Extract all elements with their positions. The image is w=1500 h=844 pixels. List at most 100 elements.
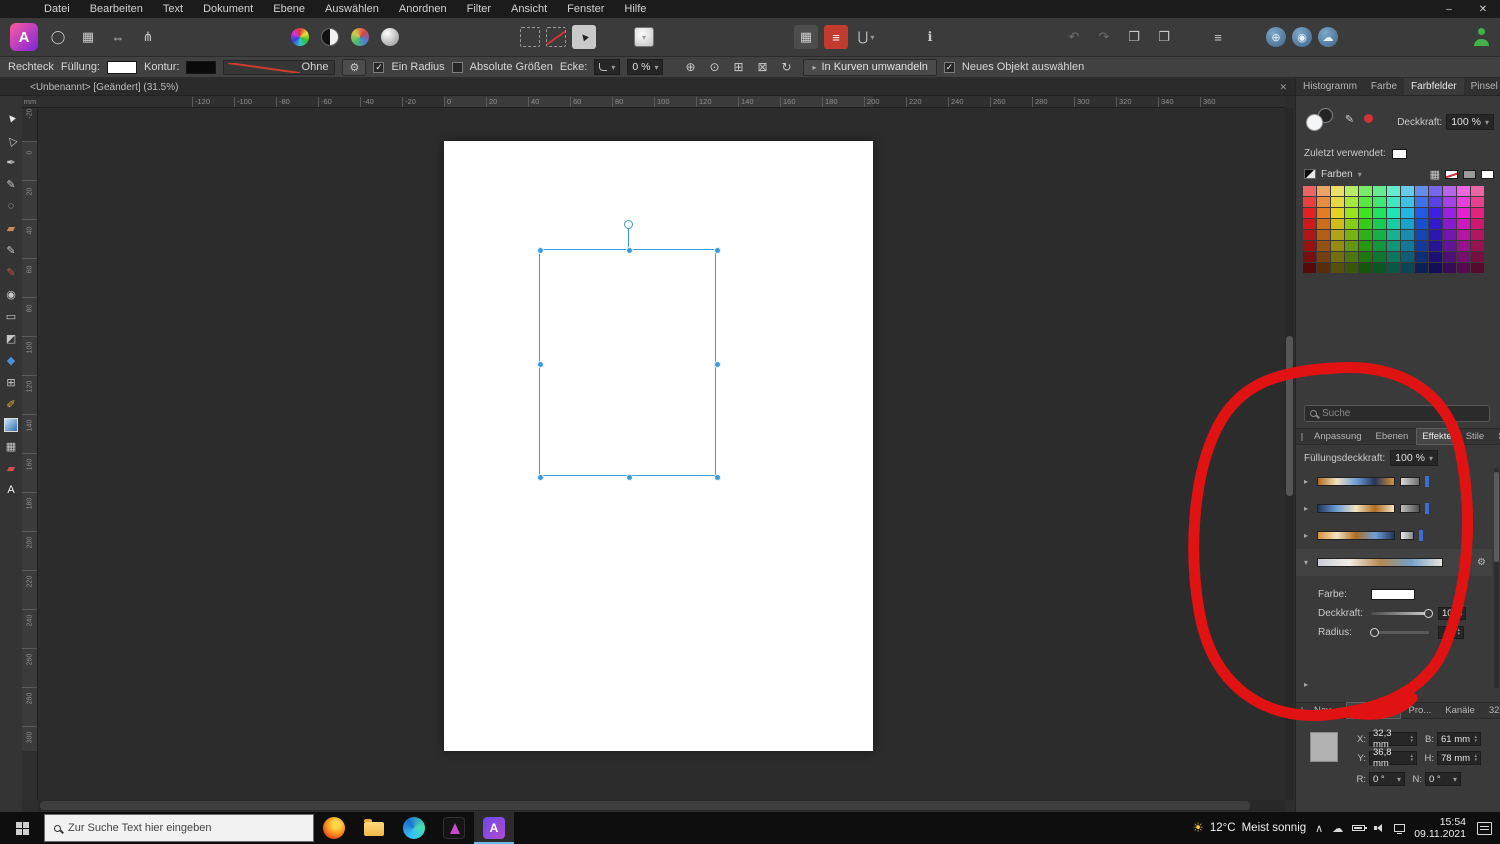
color-swatch[interactable] — [1317, 263, 1330, 273]
color-swatch[interactable] — [1457, 230, 1470, 240]
color-swatch[interactable] — [1345, 197, 1358, 207]
network-icon[interactable] — [1394, 824, 1406, 834]
color-swatch[interactable] — [1415, 263, 1428, 273]
color-swatch[interactable] — [1401, 252, 1414, 262]
color-swatch[interactable] — [1443, 263, 1456, 273]
action-center-icon[interactable] — [1477, 821, 1492, 835]
color-swatch[interactable] — [1359, 252, 1372, 262]
effect-row[interactable]: ▾ ⚙ — [1296, 549, 1492, 576]
scrollbar-thumb[interactable] — [40, 801, 1250, 810]
selection-handle[interactable] — [537, 474, 544, 481]
color-swatch[interactable] — [1457, 208, 1470, 218]
color-swatch[interactable] — [1359, 230, 1372, 240]
color-swatch[interactable] — [1443, 219, 1456, 229]
color-swatch[interactable] — [1401, 263, 1414, 273]
canvas-vertical-scrollbar[interactable] — [1285, 108, 1294, 800]
search-input[interactable] — [1322, 408, 1484, 419]
color-swatch[interactable] — [1373, 252, 1386, 262]
color-swatch[interactable] — [1331, 241, 1344, 251]
expander-triangle-icon[interactable]: ▾ — [1304, 558, 1312, 567]
color-swatch[interactable] — [1457, 186, 1470, 196]
stroke-width-control[interactable]: Ohne — [223, 59, 336, 75]
rotate-icon[interactable]: ↻ — [776, 58, 796, 76]
color-swatch[interactable] — [1373, 197, 1386, 207]
menu-item-bearbeiten[interactable]: Bearbeiten — [80, 0, 153, 18]
color-swatch[interactable] — [1429, 241, 1442, 251]
height-field[interactable]: 78 mm ▴ ▾ — [1437, 751, 1481, 765]
pencil-tool[interactable]: ✎ — [3, 176, 19, 192]
rotation-handle[interactable] — [623, 220, 633, 229]
color-swatch[interactable] — [1401, 241, 1414, 251]
color-swatch[interactable] — [1457, 197, 1470, 207]
pixel-persona-icon[interactable]: ▦ — [76, 25, 100, 49]
opacity-field[interactable]: 100 % ▾ — [1446, 114, 1494, 130]
color-swatch[interactable] — [1331, 263, 1344, 273]
color-swatch[interactable] — [1387, 197, 1400, 207]
tab-anpassung[interactable]: Anpassung — [1308, 428, 1368, 445]
color-swatch[interactable] — [1471, 208, 1484, 218]
gear-icon[interactable]: ⚙ — [1477, 557, 1486, 568]
stroke-swatch[interactable] — [186, 60, 217, 74]
close-button[interactable]: ✕ — [1466, 0, 1500, 18]
shape-tool[interactable]: ▭ — [3, 308, 19, 324]
color-swatch[interactable] — [1415, 219, 1428, 229]
color-swatch[interactable] — [1303, 252, 1316, 262]
color-wells[interactable] — [1306, 108, 1340, 134]
color-swatch[interactable] — [1387, 219, 1400, 229]
tab-32v[interactable]: 32V — [1483, 702, 1500, 719]
snapping-options-icon[interactable]: ≡ — [824, 25, 848, 49]
battery-icon[interactable] — [1352, 825, 1368, 831]
color-swatch[interactable] — [1443, 208, 1456, 218]
select-new-object-checkbox[interactable]: ✓ — [943, 61, 955, 73]
color-swatch[interactable] — [1345, 241, 1358, 251]
onedrive-cloud-icon[interactable]: ☁ — [1332, 822, 1343, 835]
lasso-tool[interactable]: ◌ — [3, 198, 19, 214]
ruler-unit-label[interactable]: mm — [22, 96, 38, 108]
color-swatch[interactable] — [1401, 208, 1414, 218]
color-swatch[interactable] — [1429, 263, 1442, 273]
transform-handles-icon[interactable]: ⇔ — [106, 25, 130, 49]
color-swatch[interactable] — [1429, 252, 1442, 262]
expander-triangle-icon[interactable]: ▸ — [1304, 531, 1312, 540]
tab-pro[interactable]: Pro... — [1403, 702, 1438, 719]
absolute-sizes-checkbox[interactable] — [451, 61, 463, 73]
edge-taskbar-button[interactable] — [394, 812, 434, 844]
primary-color-well[interactable] — [1306, 114, 1323, 131]
effect-color-swatch[interactable] — [1371, 588, 1415, 600]
fill-swatch[interactable] — [107, 60, 137, 74]
panel-grip-icon[interactable]: ∥ — [1300, 432, 1304, 441]
document-close-icon[interactable]: ✕ — [1279, 82, 1287, 93]
recent-color-swatch[interactable] — [1391, 148, 1407, 159]
paste-icon[interactable]: ❐ — [1152, 25, 1176, 49]
magnet-icon[interactable]: ⋃ ▾ — [854, 25, 878, 49]
tab-ebenen[interactable]: Ebenen — [1370, 428, 1415, 445]
bounds-icon[interactable]: ⊠ — [752, 58, 772, 76]
explorer-taskbar-button[interactable] — [354, 812, 394, 844]
color-swatch[interactable] — [1345, 252, 1358, 262]
tab-kanäle[interactable]: Kanäle — [1439, 702, 1481, 719]
color-swatch[interactable] — [1401, 230, 1414, 240]
pixel-grid-icon[interactable]: ▦ — [794, 25, 818, 49]
color-swatch[interactable] — [1401, 197, 1414, 207]
export-persona-icon[interactable]: ⋔ — [136, 25, 160, 49]
effect-row[interactable]: ▸ — [1296, 522, 1492, 549]
tab-pinsel[interactable]: Pinsel — [1464, 78, 1500, 95]
gradient-swatch[interactable] — [4, 418, 18, 432]
menu-item-auswählen[interactable]: Auswählen — [315, 0, 389, 18]
color-swatch[interactable] — [1457, 263, 1470, 273]
dark-app-taskbar-button[interactable] — [434, 812, 474, 844]
color-swatch[interactable] — [1359, 219, 1372, 229]
fill-opacity-field[interactable]: 100 % ▾ — [1390, 450, 1438, 466]
picked-color-swatch[interactable] — [1364, 114, 1373, 123]
effect-opacity-slider[interactable] — [1371, 608, 1433, 618]
spinner[interactable]: ▴ ▾ — [1410, 754, 1413, 763]
start-button[interactable] — [0, 812, 44, 844]
effect-opacity-field[interactable]: 100 ▴ ▾ — [1438, 606, 1467, 620]
y-field[interactable]: 36,8 mm ▴ ▾ — [1369, 747, 1417, 769]
color-swatch[interactable] — [1471, 241, 1484, 251]
selection-handle[interactable] — [714, 474, 721, 481]
color-swatch[interactable] — [1457, 252, 1470, 262]
tab-effekte[interactable]: Effekte — [1416, 428, 1458, 445]
color-swatch[interactable] — [1345, 186, 1358, 196]
color-swatch[interactable] — [1387, 252, 1400, 262]
